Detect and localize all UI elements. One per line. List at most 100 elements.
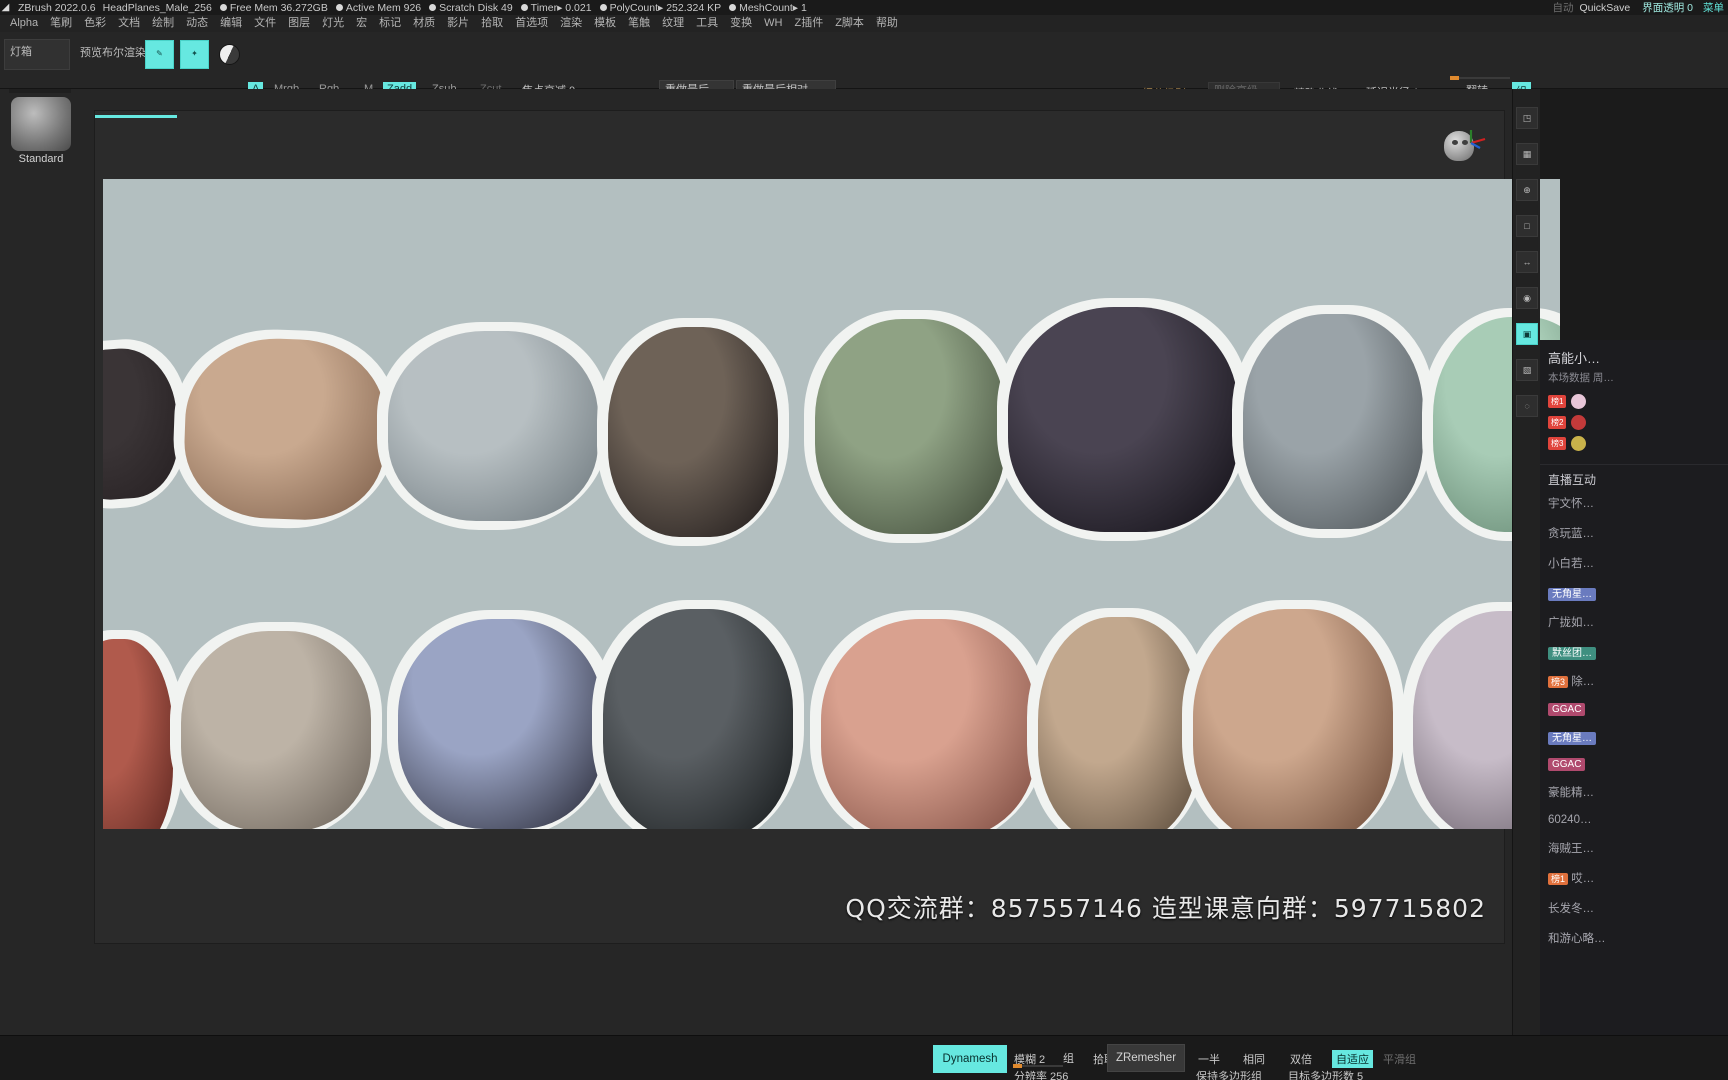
edit-mode-button[interactable]: ✎ (145, 40, 174, 69)
chat-message-text: 60240… (1548, 814, 1592, 826)
list-item[interactable]: 小白若… (1540, 548, 1728, 578)
list-item[interactable]: 豪能精… (1540, 777, 1728, 807)
material-sphere-icon[interactable] (219, 44, 240, 65)
list-item[interactable]: 默丝团… (1540, 637, 1728, 666)
menu-item-12[interactable]: 材质 (407, 15, 441, 32)
perspective-icon: ◳ (1522, 112, 1532, 123)
menu-item-14[interactable]: 拾取 (475, 15, 509, 32)
menu-item-3[interactable]: 文档 (112, 15, 146, 32)
menu-item-22[interactable]: WH (758, 15, 788, 32)
list-item[interactable]: 无角星… (1540, 578, 1728, 607)
menu-item-9[interactable]: 灯光 (316, 15, 350, 32)
chat-message-text: 贪玩蓝… (1548, 528, 1594, 540)
status-dot-icon (429, 4, 437, 12)
resolution-slider[interactable]: 分辨率 256 (1014, 1068, 1068, 1080)
list-item[interactable]: 广拢如… (1540, 607, 1728, 637)
menu-item-6[interactable]: 编辑 (214, 15, 248, 32)
menu-item-11[interactable]: 标记 (373, 15, 407, 32)
avatar (1571, 436, 1587, 451)
list-item[interactable]: GGAC (1540, 751, 1728, 777)
list-item[interactable]: GGAC (1540, 696, 1728, 722)
ui-transparency-slider[interactable]: 界面透明 0 (1642, 0, 1693, 18)
menu-item-1[interactable]: 笔刷 (44, 15, 78, 32)
group-toggle[interactable]: 组 (1063, 1050, 1074, 1066)
list-item[interactable]: 海贼王… (1540, 833, 1728, 863)
chat-rank-row[interactable]: 榜1 (1540, 391, 1728, 412)
list-item[interactable]: 贪玩蓝… (1540, 518, 1728, 548)
menu-item-20[interactable]: 工具 (690, 15, 724, 32)
menu-item-0[interactable]: Alpha (4, 15, 44, 32)
menu-button[interactable]: 菜单 (1703, 0, 1724, 15)
rail-btn-polyf[interactable]: ▣ (1516, 323, 1538, 345)
title-right-group: 自动 QuickSave 界面透明 0 菜单 (1552, 0, 1724, 18)
current-tool-thumbnail[interactable]: Standard (8, 97, 74, 169)
rail-btn-xpose[interactable]: ↔ (1516, 251, 1538, 273)
rail-btn-transp[interactable]: ▧ (1516, 359, 1538, 381)
preview-boolean-button[interactable]: 预览布尔渲染 (80, 44, 146, 60)
rail-btn-local[interactable]: ⊕ (1516, 179, 1538, 201)
polyframe-icon: ▣ (1522, 328, 1532, 339)
menu-item-4[interactable]: 绘制 (146, 15, 180, 32)
menu-item-13[interactable]: 影片 (441, 15, 475, 32)
quicksave-button[interactable]: QuickSave (1579, 2, 1630, 14)
menu-item-19[interactable]: 纹理 (656, 15, 690, 32)
lightbox-button[interactable]: 灯箱 (4, 39, 70, 70)
chat-rank-row[interactable]: 榜3 (1540, 433, 1728, 454)
same-button[interactable]: 相同 (1243, 1051, 1265, 1067)
menu-item-16[interactable]: 渲染 (554, 15, 588, 32)
rail-btn-solo[interactable]: ◉ (1516, 287, 1538, 309)
canvas-viewport[interactable]: QQ交流群：857557146 造型课意向群：597715802 (94, 110, 1560, 944)
menu-item-8[interactable]: 图层 (282, 15, 316, 32)
flip-track[interactable] (1450, 76, 1510, 80)
list-item[interactable]: 榜3 除… (1540, 666, 1728, 696)
list-item[interactable]: 和游心略… (1540, 923, 1728, 953)
list-item[interactable]: 宇文怀… (1540, 488, 1728, 518)
double-button[interactable]: 双倍 (1290, 1051, 1312, 1067)
head-red-totem (103, 630, 184, 829)
rotation-gyro-icon[interactable] (1444, 127, 1488, 169)
adaptive-toggle[interactable]: 自适应 (1332, 1050, 1373, 1068)
head-red-hat-long-face (1027, 608, 1209, 829)
rail-btn-floor[interactable]: ▦ (1516, 143, 1538, 165)
menu-item-2[interactable]: 色彩 (78, 15, 112, 32)
blur-track[interactable] (1013, 1064, 1063, 1068)
chat-message-list[interactable]: 宇文怀… 贪玩蓝… 小白若… 无角星… 广拢如… 默丝团… 榜3 除… GGAC 无角星…… (1540, 488, 1728, 953)
list-item[interactable]: 榜1 哎… (1540, 863, 1728, 893)
menu-item-15[interactable]: 首选项 (509, 15, 554, 32)
preview-boolean-label: 预览布尔渲染 (80, 47, 146, 59)
target-poly-slider[interactable]: 目标多边形数 5 (1288, 1068, 1363, 1080)
rail-btn-persp[interactable]: ◳ (1516, 107, 1538, 129)
menu-item-10[interactable]: 宏 (350, 15, 373, 32)
livestream-chat-panel[interactable]: 高能小… 本场数据 周… 榜1 榜2 榜3 直播互动 宇文怀… 贪玩蓝… 小白若… 无角星… (1540, 340, 1728, 1040)
half-button[interactable]: 一半 (1198, 1051, 1220, 1067)
head-form (181, 335, 389, 523)
menu-item-18[interactable]: 笔触 (622, 15, 656, 32)
draw-mode-button[interactable]: ✦ (180, 40, 209, 69)
chat-user-tag: 无角星… (1548, 588, 1596, 601)
menu-item-5[interactable]: 动态 (180, 15, 214, 32)
smooth-group-toggle[interactable]: 平滑组 (1383, 1051, 1416, 1067)
rail-btn-ghost[interactable]: ◌ (1516, 395, 1538, 417)
head-form (603, 609, 793, 829)
document-area[interactable]: Standard QQ交流群：857557146 造型课意向群：59771580 (0, 89, 1560, 1035)
zremesher-button[interactable]: ZRemesher (1107, 1044, 1185, 1072)
title-bar: ◢ ZBrush 2022.0.6 HeadPlanes_Male_256 Fr… (0, 0, 1728, 18)
draw-mode-icon: ✦ (191, 49, 198, 59)
list-item[interactable]: 长发冬… (1540, 893, 1728, 923)
menu-item-24[interactable]: Z脚本 (829, 15, 870, 32)
menu-item-23[interactable]: Z插件 (788, 15, 829, 32)
head-reference-sheet[interactable] (103, 179, 1560, 829)
head-form (1243, 314, 1423, 529)
list-item[interactable]: 无角星… (1540, 722, 1728, 751)
dynamesh-button[interactable]: Dynamesh (933, 1045, 1007, 1073)
menu-item-7[interactable]: 文件 (248, 15, 282, 32)
menu-item-25[interactable]: 帮助 (870, 15, 904, 32)
list-item[interactable]: 60240… (1540, 807, 1728, 833)
canvas-top-edge (95, 111, 1504, 115)
menu-item-21[interactable]: 变换 (724, 15, 758, 32)
keep-groups-toggle[interactable]: 保持多边形组 (1196, 1068, 1262, 1080)
menu-item-17[interactable]: 模板 (588, 15, 622, 32)
rail-btn-frame[interactable]: □ (1516, 215, 1538, 237)
chat-rank-row[interactable]: 榜2 (1540, 412, 1728, 433)
transpose-icon: ↔ (1522, 257, 1532, 267)
